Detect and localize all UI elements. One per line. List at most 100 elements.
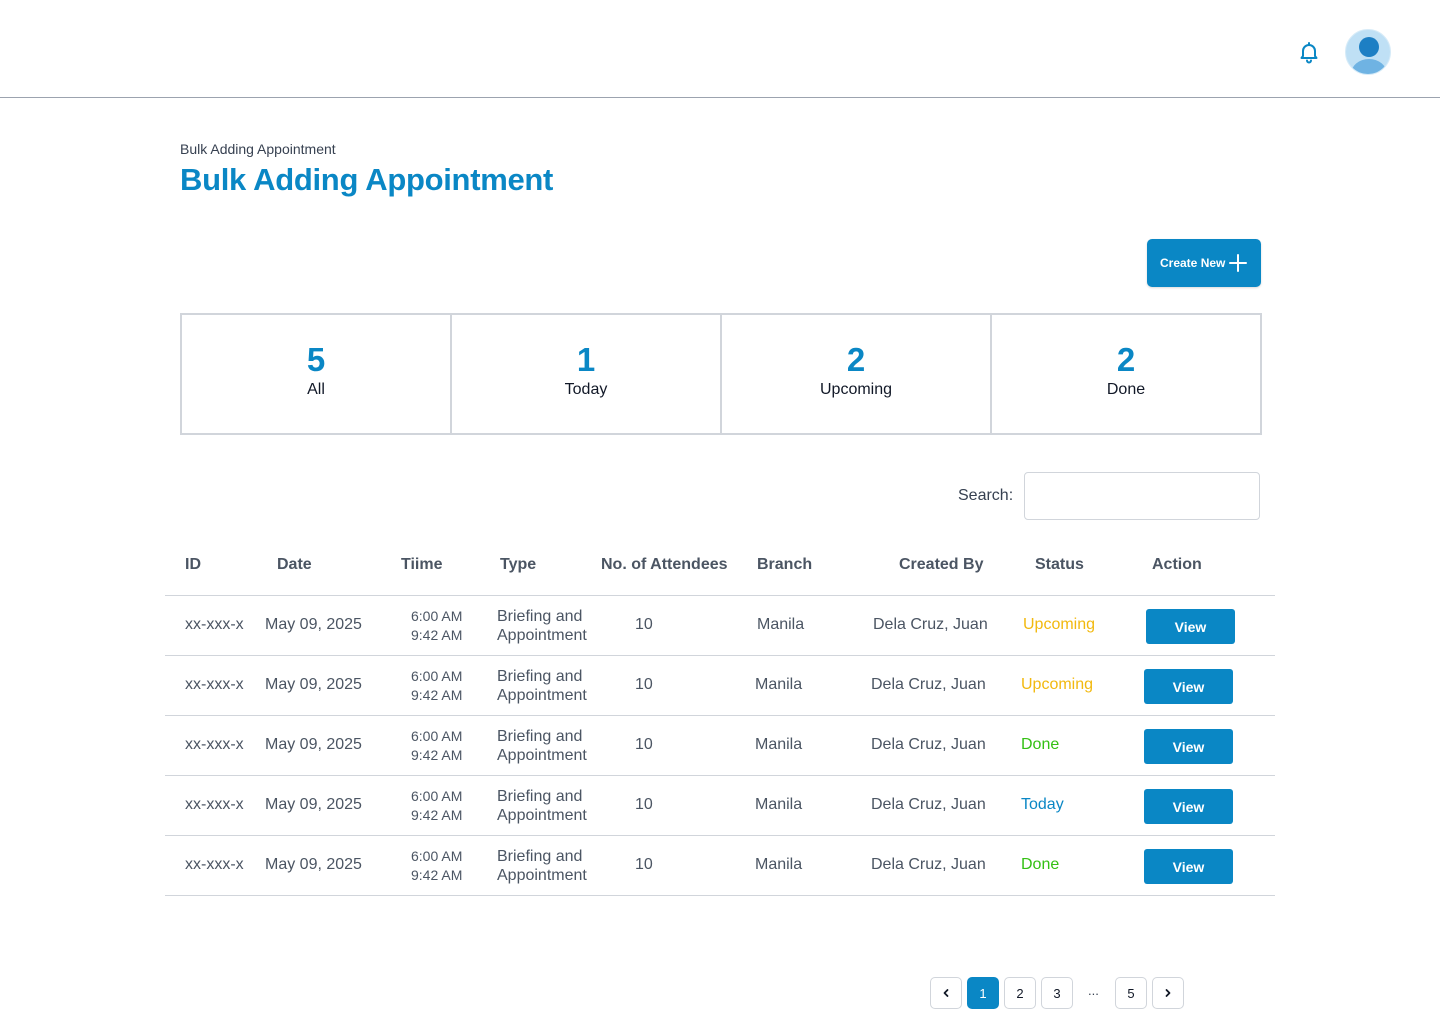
next-page-button[interactable]: [1152, 977, 1184, 1009]
time-end: 9:42 AM: [411, 687, 463, 703]
time-end: 9:42 AM: [411, 867, 463, 883]
time-end: 9:42 AM: [411, 747, 463, 763]
column-header-attendees: No. of Attendees: [601, 556, 728, 573]
cell-created-by: Dela Cruz, Juan: [873, 616, 988, 633]
column-header-date: Date: [277, 556, 312, 573]
column-header-branch: Branch: [757, 556, 813, 573]
cell-time: 6:00 AM 9:42 AM: [411, 847, 462, 885]
table-row: xx-xxx-x May 09, 2025 10 Manila Dela Cruz, J…: [165, 716, 1275, 776]
breadcrumb[interactable]: Bulk Adding Appointment: [180, 141, 336, 157]
stat-label: Done: [1106, 381, 1146, 398]
time-start: 6:00 AM: [411, 848, 463, 864]
cell-attendees: 10: [635, 856, 653, 873]
stat-count: 2: [846, 341, 866, 378]
type-line: Briefing and: [497, 848, 583, 865]
cell-type: Briefing and Appointment: [497, 787, 587, 825]
page-title: Bulk Adding Appointment: [180, 162, 554, 197]
column-header-type: Type: [500, 556, 537, 573]
view-button[interactable]: View: [1144, 789, 1233, 824]
view-button[interactable]: View: [1144, 669, 1233, 704]
cell-type: Briefing and Appointment: [497, 607, 587, 645]
type-line: Briefing and: [497, 788, 583, 805]
status-badge: Upcoming: [1023, 616, 1096, 633]
bell-icon[interactable]: [1297, 40, 1321, 64]
cell-id: xx-xxx-x: [185, 616, 244, 633]
cell-attendees: 10: [635, 616, 653, 633]
pagination-ellipsis: ...: [1088, 983, 1099, 998]
user-avatar-icon[interactable]: [1345, 29, 1391, 75]
cell-date: May 09, 2025: [265, 796, 362, 813]
cell-branch: Manila: [755, 736, 803, 753]
stat-label: All: [307, 381, 325, 398]
time-start: 6:00 AM: [411, 788, 463, 804]
page-button-2[interactable]: 2: [1004, 977, 1036, 1009]
cell-type: Briefing and Appointment: [497, 727, 587, 765]
type-line: Appointment: [497, 867, 587, 884]
cell-branch: Manila: [755, 796, 803, 813]
search-label: Search:: [958, 487, 1014, 504]
stat-card-done[interactable]: 2 Done: [992, 315, 1260, 433]
time-start: 6:00 AM: [411, 608, 463, 624]
table-row: xx-xxx-x May 09, 2025 10 Manila Dela Cruz, J…: [165, 776, 1275, 836]
create-new-label: Create New: [1160, 256, 1226, 270]
cell-time: 6:00 AM 9:42 AM: [411, 607, 462, 645]
status-badge: Done: [1021, 856, 1060, 873]
cell-attendees: 10: [635, 736, 653, 753]
cell-date: May 09, 2025: [265, 616, 362, 633]
table-row: xx-xxx-x May 09, 2025 10 Manila Dela Cruz, J…: [165, 596, 1275, 656]
page-button-1[interactable]: 1: [967, 977, 999, 1009]
table-row: xx-xxx-x May 09, 2025 10 Manila Dela Cruz, J…: [165, 656, 1275, 716]
page-button-5[interactable]: 5: [1115, 977, 1147, 1009]
status-badge: Today: [1021, 796, 1064, 813]
stat-count: 5: [306, 341, 326, 378]
time-end: 9:42 AM: [411, 627, 463, 643]
type-line: Briefing and: [497, 728, 583, 745]
type-line: Appointment: [497, 627, 587, 644]
chevron-left-icon: [943, 989, 949, 997]
cell-id: xx-xxx-x: [185, 796, 244, 813]
top-bar: [0, 0, 1440, 98]
stats-panel: 5 All 1 Today 2 Upcoming 2 Done: [180, 313, 1262, 435]
stat-count: 2: [1116, 341, 1136, 378]
cell-attendees: 10: [635, 676, 653, 693]
page-button-3[interactable]: 3: [1041, 977, 1073, 1009]
type-line: Appointment: [497, 687, 587, 704]
cell-time: 6:00 AM 9:42 AM: [411, 727, 462, 765]
column-header-action: Action: [1152, 556, 1202, 573]
column-header-created-by: Created By: [899, 556, 984, 573]
time-start: 6:00 AM: [411, 668, 463, 684]
prev-page-button[interactable]: [930, 977, 962, 1009]
cell-id: xx-xxx-x: [185, 736, 244, 753]
column-header-status: Status: [1035, 556, 1084, 573]
cell-id: xx-xxx-x: [185, 856, 244, 873]
type-line: Briefing and: [497, 608, 583, 625]
cell-date: May 09, 2025: [265, 676, 362, 693]
type-line: Briefing and: [497, 668, 583, 685]
cell-branch: Manila: [755, 676, 803, 693]
search-input[interactable]: [1024, 472, 1260, 520]
cell-created-by: Dela Cruz, Juan: [871, 676, 986, 693]
time-end: 9:42 AM: [411, 807, 463, 823]
status-badge: Upcoming: [1021, 676, 1094, 693]
cell-created-by: Dela Cruz, Juan: [871, 796, 986, 813]
stat-card-all[interactable]: 5 All: [182, 315, 452, 433]
time-start: 6:00 AM: [411, 728, 463, 744]
type-line: Appointment: [497, 747, 587, 764]
stat-count: 1: [576, 341, 596, 378]
cell-branch: Manila: [757, 616, 805, 633]
cell-id: xx-xxx-x: [185, 676, 244, 693]
view-button[interactable]: View: [1146, 609, 1235, 644]
chevron-right-icon: [1165, 989, 1171, 997]
view-button[interactable]: View: [1144, 849, 1233, 884]
cell-time: 6:00 AM 9:42 AM: [411, 787, 462, 825]
cell-type: Briefing and Appointment: [497, 667, 587, 705]
plus-icon: [1229, 254, 1247, 272]
view-button[interactable]: View: [1144, 729, 1233, 764]
create-new-button[interactable]: Create New: [1147, 239, 1261, 287]
cell-branch: Manila: [755, 856, 803, 873]
status-badge: Done: [1021, 736, 1060, 753]
stat-card-today[interactable]: 1 Today: [452, 315, 722, 433]
cell-created-by: Dela Cruz, Juan: [871, 856, 986, 873]
type-line: Appointment: [497, 807, 587, 824]
stat-card-upcoming[interactable]: 2 Upcoming: [722, 315, 992, 433]
